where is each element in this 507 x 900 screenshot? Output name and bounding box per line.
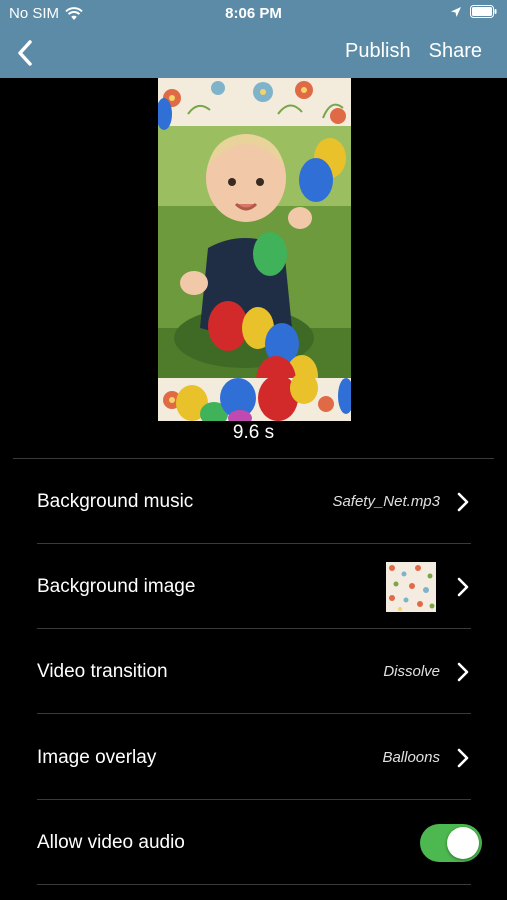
- video-transition-value: Dissolve: [383, 663, 440, 680]
- row-separator: [37, 713, 471, 714]
- background-music-label: Background music: [37, 490, 194, 512]
- nav-actions: Publish Share: [345, 40, 482, 63]
- background-image-row[interactable]: Background image: [37, 544, 471, 629]
- image-overlay-row[interactable]: Image overlay Balloons: [37, 715, 471, 800]
- status-bar: No SIM 8:06 PM: [0, 0, 507, 28]
- background-image-label: Background image: [37, 575, 196, 597]
- floral-pattern-image: [386, 561, 436, 612]
- navigation-bar: Publish Share: [0, 28, 507, 78]
- video-duration: 9.6 s: [232, 422, 275, 443]
- allow-video-audio-toggle[interactable]: [420, 823, 482, 862]
- row-separator: [37, 884, 471, 885]
- video-preview[interactable]: [158, 78, 351, 421]
- location-arrow-icon: [451, 6, 461, 17]
- video-transition-row[interactable]: Video transition Dissolve: [37, 629, 471, 714]
- image-overlay-label: Image overlay: [37, 746, 157, 768]
- background-music-value: Safety_Net.mp3: [332, 493, 440, 510]
- toggle-knob: [447, 826, 479, 859]
- chevron-right-icon: [457, 492, 469, 511]
- image-overlay-value: Balloons: [382, 749, 440, 766]
- battery-icon: [470, 5, 497, 18]
- publish-button[interactable]: Publish: [345, 40, 411, 63]
- share-button[interactable]: Share: [429, 40, 482, 63]
- allow-video-audio-row: Allow video audio: [37, 800, 482, 885]
- status-time: 8:06 PM: [225, 5, 282, 22]
- chevron-right-icon: [457, 662, 469, 681]
- background-music-row[interactable]: Background music Safety_Net.mp3: [37, 459, 471, 544]
- chevron-right-icon: [457, 577, 469, 596]
- video-transition-label: Video transition: [37, 660, 168, 682]
- status-right-group: [450, 5, 497, 18]
- allow-video-audio-label: Allow video audio: [37, 831, 185, 853]
- back-chevron-icon[interactable]: [12, 38, 38, 68]
- preview-frame-image: [158, 78, 351, 421]
- background-image-thumbnail: [386, 561, 436, 612]
- chevron-right-icon: [457, 748, 469, 767]
